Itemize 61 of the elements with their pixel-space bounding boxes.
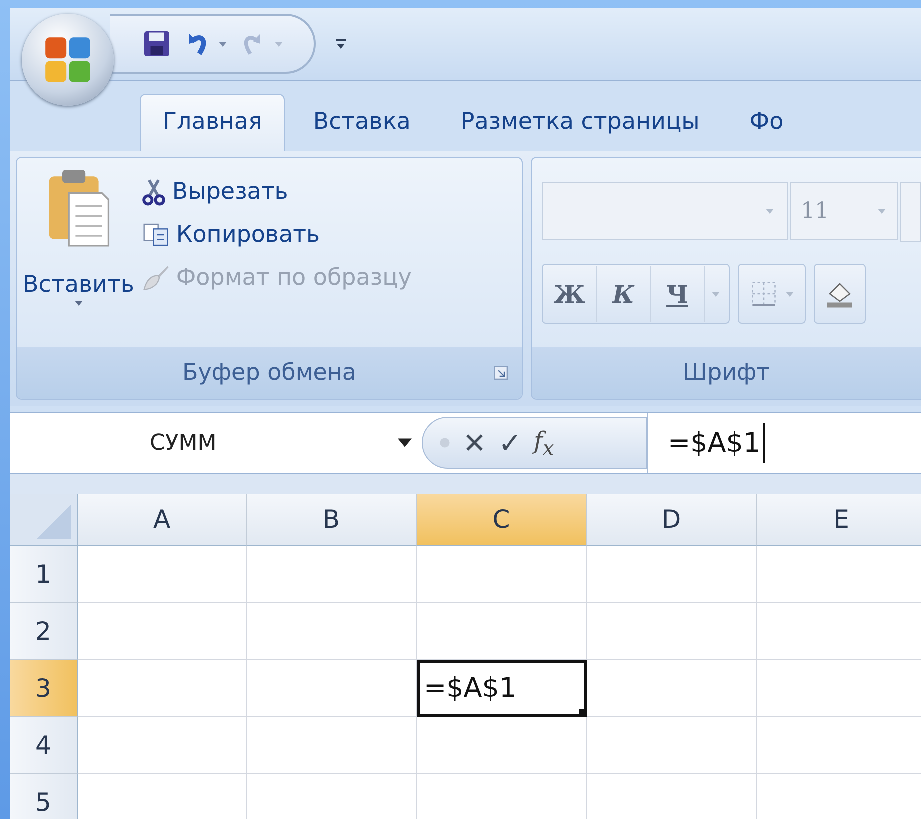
grid-cell[interactable] [247, 546, 417, 603]
group-label: Буфер обмена [182, 360, 356, 386]
select-all-button[interactable] [10, 494, 78, 546]
save-icon[interactable] [142, 29, 172, 59]
row-header[interactable]: 1 [10, 546, 78, 603]
caret-icon[interactable] [398, 436, 412, 450]
grip-icon [439, 437, 451, 449]
format-button[interactable]: К [597, 266, 651, 322]
column-header[interactable]: B [247, 494, 417, 546]
brush-icon [142, 264, 170, 292]
font-name-field[interactable] [542, 182, 788, 240]
ribbon-command[interactable]: Вырезать [140, 172, 414, 212]
grid-cell[interactable] [587, 546, 757, 603]
ribbon-tab[interactable]: Главная [140, 94, 286, 151]
grid-cell[interactable] [247, 717, 417, 774]
caret-icon [274, 39, 284, 49]
column-header[interactable]: D [587, 494, 757, 546]
name-box[interactable]: СУММ [10, 413, 422, 473]
grid-cell[interactable] [417, 546, 587, 603]
borders-button[interactable] [738, 264, 806, 324]
enter-button[interactable]: ✓ [498, 426, 522, 460]
formula-field[interactable]: =$A$1 [647, 413, 921, 473]
caret-icon [74, 298, 84, 308]
paste-button[interactable]: Вставить [23, 166, 134, 347]
row-header[interactable]: 4 [10, 717, 78, 774]
column-header[interactable]: E [757, 494, 921, 546]
column-header[interactable]: C [417, 494, 587, 546]
grid-cell[interactable] [78, 717, 247, 774]
fill-color-button[interactable] [814, 264, 866, 324]
grid-cell[interactable] [417, 717, 587, 774]
grid-cell[interactable] [247, 603, 417, 660]
row-header[interactable]: 2 [10, 603, 78, 660]
caret-icon [765, 206, 775, 216]
borders-icon [749, 279, 779, 309]
grid-cell[interactable] [78, 660, 247, 717]
grid-cell[interactable] [78, 603, 247, 660]
grid-cell[interactable] [78, 546, 247, 603]
caret-icon [785, 289, 795, 299]
group-label: Шрифт [682, 360, 770, 386]
copy-icon [142, 222, 170, 248]
cancel-button[interactable]: ✕ [463, 426, 486, 460]
ribbon-tab[interactable]: Разметка страницы [438, 95, 722, 151]
caret-icon [877, 206, 887, 216]
ribbon-command[interactable]: Копировать [140, 216, 414, 254]
grid-cell[interactable] [587, 717, 757, 774]
font-field[interactable] [900, 182, 921, 242]
scissors-icon [142, 178, 166, 206]
grid-cell[interactable] [587, 603, 757, 660]
dialog-launcher-icon[interactable] [494, 366, 508, 380]
corner-triangle-icon [37, 505, 71, 539]
format-button[interactable]: Ж [543, 266, 597, 322]
insert-function-button[interactable]: f$_{x}$ [534, 426, 554, 460]
row-header[interactable]: 5 [10, 774, 78, 819]
grid-cell[interactable] [587, 660, 757, 717]
format-button[interactable]: Ч [651, 266, 705, 322]
column-header[interactable]: A [78, 494, 247, 546]
row-header[interactable]: 3 [10, 660, 78, 717]
ribbon-tab[interactable]: Вставка [291, 95, 433, 151]
ribbon-tab[interactable]: Фо [728, 95, 806, 151]
active-cell[interactable]: =$A$1 [417, 660, 587, 717]
customize-icon[interactable] [336, 37, 346, 51]
